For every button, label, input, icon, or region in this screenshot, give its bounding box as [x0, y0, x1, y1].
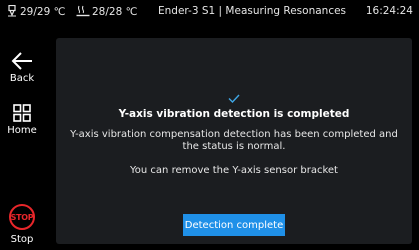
stop-icon-text: STOP: [10, 212, 34, 222]
checkmark-icon: [56, 88, 412, 107]
bed-temperature: 28/28 ℃: [76, 5, 137, 18]
back-button[interactable]: Back: [0, 52, 44, 84]
clock: 16:24:24: [365, 5, 413, 17]
bed-temp-text: 28/28 ℃: [92, 6, 138, 18]
screen-title: Ender-3 S1 | Measuring Resonances: [158, 5, 347, 17]
dialog-description: Y-axis vibration compensation detection …: [70, 129, 398, 152]
nozzle-temperature: 29/29 ℃: [6, 5, 65, 18]
nozzle-temp-text: 29/29 ℃: [20, 6, 66, 18]
stop-icon: STOP: [9, 204, 35, 230]
nozzle-icon: [8, 5, 16, 17]
back-label: Back: [9, 73, 35, 84]
arrow-left-icon: [11, 52, 32, 70]
grid-icon: [13, 104, 31, 122]
stop-button[interactable]: STOP Stop: [0, 204, 44, 245]
dialog-title: Y-axis vibration detection is completed: [118, 108, 350, 120]
dialog-note: You can remove the Y-axis sensor bracket: [130, 165, 338, 176]
detection-complete-button[interactable]: Detection complete: [183, 214, 285, 236]
stop-label: Stop: [10, 234, 34, 245]
status-bar: 29/29 ℃ 28/28 ℃ Ender-3 S1 | Measuring R…: [0, 0, 419, 26]
result-dialog: Y-axis vibration detection is completed …: [56, 38, 412, 244]
heated-bed-icon: [76, 5, 90, 17]
home-label: Home: [7, 125, 37, 136]
home-button[interactable]: Home: [0, 104, 44, 136]
sidebar: Back Home STOP Stop: [0, 26, 44, 250]
